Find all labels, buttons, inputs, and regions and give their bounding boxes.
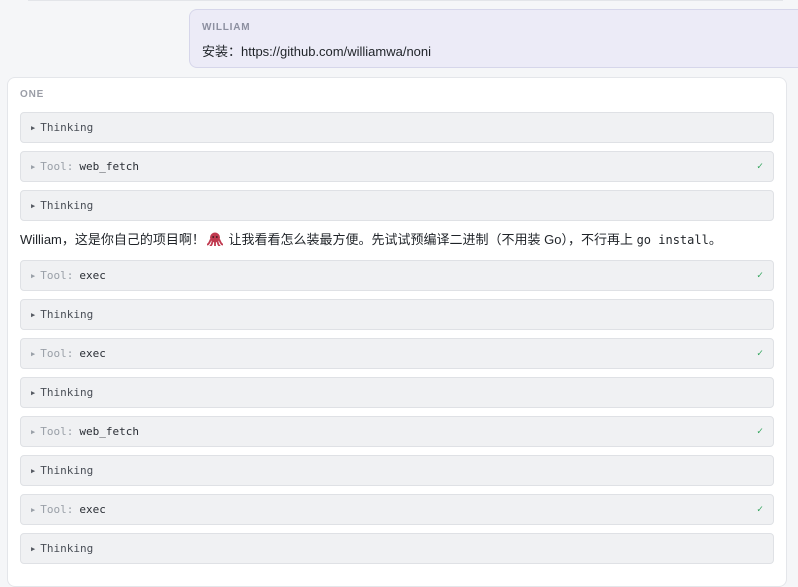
success-check-icon: ✓ bbox=[756, 348, 763, 359]
success-check-icon: ✓ bbox=[756, 426, 763, 437]
tool-call-web-fetch[interactable]: ▶ Tool: web_fetch ✓ bbox=[20, 151, 774, 182]
tool-prefix-label: Tool: bbox=[40, 269, 74, 282]
expand-triangle-icon: ▶ bbox=[31, 388, 36, 397]
thinking-label: Thinking bbox=[40, 308, 94, 321]
reply-inline-code: go install bbox=[636, 233, 709, 247]
thinking-toggle[interactable]: ▶ Thinking bbox=[20, 299, 774, 330]
tool-name-label: exec bbox=[79, 269, 106, 282]
thinking-label: Thinking bbox=[40, 464, 94, 477]
reply-text-part: 。 bbox=[708, 232, 722, 247]
tool-name-label: web_fetch bbox=[79, 425, 139, 438]
tool-prefix-label: Tool: bbox=[40, 503, 74, 516]
thinking-label: Thinking bbox=[40, 199, 94, 212]
success-check-icon: ✓ bbox=[756, 504, 763, 515]
expand-triangle-icon: ▶ bbox=[31, 201, 36, 210]
tool-call-exec[interactable]: ▶ Tool: exec ✓ bbox=[20, 494, 774, 525]
thinking-label: Thinking bbox=[40, 121, 94, 134]
octopus-icon bbox=[206, 232, 223, 246]
tool-name-label: web_fetch bbox=[79, 160, 139, 173]
thinking-toggle[interactable]: ▶ Thinking bbox=[20, 190, 774, 221]
assistant-author-label: ONE bbox=[20, 89, 45, 100]
tool-name-label: exec bbox=[79, 347, 106, 360]
user-author-label: WILLIAM bbox=[202, 22, 251, 33]
thinking-toggle[interactable]: ▶ Thinking bbox=[20, 377, 774, 408]
reply-text-part: William，这是你自己的项目啊！ bbox=[20, 232, 205, 247]
tool-prefix-label: Tool: bbox=[40, 425, 74, 438]
expand-triangle-icon: ▶ bbox=[31, 505, 36, 514]
assistant-message: ONE ▶ Thinking ▶ Tool: web_fetch ✓ ▶ Thi… bbox=[7, 77, 787, 587]
expand-triangle-icon: ▶ bbox=[31, 466, 36, 475]
success-check-icon: ✓ bbox=[756, 161, 763, 172]
tool-prefix-label: Tool: bbox=[40, 160, 74, 173]
expand-triangle-icon: ▶ bbox=[31, 349, 36, 358]
expand-triangle-icon: ▶ bbox=[31, 162, 36, 171]
thinking-toggle[interactable]: ▶ Thinking bbox=[20, 455, 774, 486]
thinking-label: Thinking bbox=[40, 386, 94, 399]
thinking-toggle[interactable]: ▶ Thinking bbox=[20, 112, 774, 143]
expand-triangle-icon: ▶ bbox=[31, 427, 36, 436]
tool-name-label: exec bbox=[79, 503, 106, 516]
tool-call-web-fetch[interactable]: ▶ Tool: web_fetch ✓ bbox=[20, 416, 774, 447]
top-divider bbox=[28, 0, 783, 1]
expand-triangle-icon: ▶ bbox=[31, 271, 36, 280]
thinking-toggle[interactable]: ▶ Thinking bbox=[20, 533, 774, 564]
user-message: WILLIAM 安装：https://github.com/williamwa/… bbox=[189, 9, 798, 68]
assistant-reply-text: William，这是你自己的项目啊！ 让我看看怎么装最方便。先试试预编译二进制（… bbox=[20, 229, 774, 251]
expand-triangle-icon: ▶ bbox=[31, 310, 36, 319]
tool-call-exec[interactable]: ▶ Tool: exec ✓ bbox=[20, 260, 774, 291]
success-check-icon: ✓ bbox=[756, 270, 763, 281]
expand-triangle-icon: ▶ bbox=[31, 123, 36, 132]
reply-text-part: 让我看看怎么装最方便。先试试预编译二进制（不用装 Go），不行再上 bbox=[224, 232, 637, 247]
tool-prefix-label: Tool: bbox=[40, 347, 74, 360]
user-message-text: 安装：https://github.com/williamwa/noni bbox=[202, 44, 432, 59]
tool-call-exec[interactable]: ▶ Tool: exec ✓ bbox=[20, 338, 774, 369]
expand-triangle-icon: ▶ bbox=[31, 544, 36, 553]
thinking-label: Thinking bbox=[40, 542, 94, 555]
